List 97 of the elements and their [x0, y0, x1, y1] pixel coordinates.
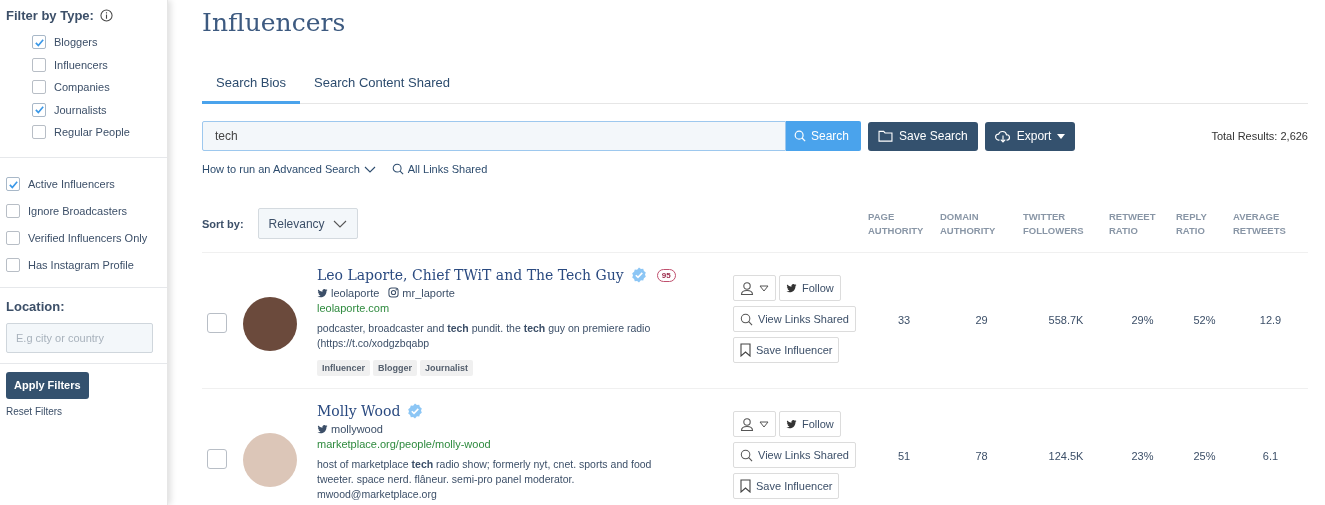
stat-cell-text: 29: [974, 314, 989, 326]
caret-icon: [759, 420, 769, 428]
checkbox[interactable]: [6, 204, 20, 218]
influencer-name[interactable]: Leo Laporte, Chief TWiT and The Tech Guy: [317, 267, 624, 283]
checkbox[interactable]: [6, 231, 20, 245]
chevron-down-icon: [332, 219, 347, 228]
user-icon: [740, 281, 754, 295]
column-header: PAGE AUTHORITY: [868, 209, 925, 238]
checkbox-label: Influencers: [54, 58, 108, 71]
twitter-bird-icon: [786, 419, 797, 429]
avatar-placeholder: [243, 297, 297, 351]
checkbox[interactable]: [6, 258, 20, 272]
user-menu-button[interactable]: [733, 275, 776, 301]
twitter-handle[interactable]: leolaporte: [331, 286, 380, 299]
stat-cell-text: 23%: [1130, 450, 1155, 462]
bookmark-icon: [740, 343, 751, 357]
twitter-bird-icon: [786, 283, 797, 293]
sort-label: Sort by:: [202, 217, 244, 230]
checkbox[interactable]: [32, 125, 46, 140]
checkbox-label: Companies: [54, 81, 110, 94]
avatar-placeholder: [243, 433, 297, 487]
twitter-handle[interactable]: mollywood: [331, 422, 383, 435]
type-tag: Journalist: [420, 360, 474, 376]
stat-cell-text: 25%: [1192, 450, 1217, 462]
stat-cell-text: 29%: [1130, 314, 1155, 326]
checkbox-label: Verified Influencers Only: [28, 232, 148, 244]
stat-cell-text: 124.5K: [1047, 450, 1085, 462]
checkbox[interactable]: [6, 177, 20, 191]
checkbox-label: Journalists: [54, 103, 107, 116]
checkbox-label: Has Instagram Profile: [28, 259, 134, 271]
tab[interactable]: Search Content Shared: [300, 75, 464, 104]
column-header: REPLY RATIO: [1176, 209, 1208, 238]
total-results: Total Results: 2,626: [1211, 130, 1308, 142]
search-field[interactable]: tech: [202, 121, 786, 151]
folder-icon: [878, 130, 894, 142]
save-search-button[interactable]: Save Search: [868, 121, 978, 151]
twitter-bird-icon: [317, 423, 328, 434]
search-icon: [391, 163, 404, 175]
advanced-search-link[interactable]: How to run an Advanced Search: [202, 163, 376, 175]
row-checkbox[interactable]: [207, 449, 227, 469]
sort-dropdown[interactable]: Relevancy: [257, 208, 358, 239]
checkbox-label: Bloggers: [54, 36, 98, 49]
website-link[interactable]: marketplace.org/people/molly-wood: [317, 436, 677, 453]
stat-cell-text: 12.9: [1258, 314, 1283, 326]
instagram-icon: [388, 287, 400, 298]
checkbox[interactable]: [32, 80, 46, 95]
checkbox[interactable]: [32, 102, 46, 117]
stat-cell-text: 33: [896, 314, 912, 326]
row-checkbox[interactable]: [207, 313, 227, 333]
follow-button[interactable]: Follow: [779, 411, 841, 437]
follow-button[interactable]: Follow: [779, 275, 841, 301]
cloud-download-icon: [994, 129, 1011, 143]
type-tag: Blogger: [373, 360, 418, 376]
stat-cell-text: 78: [974, 450, 989, 462]
column-header: DOMAIN AUTHORITY: [940, 209, 997, 238]
website-link[interactable]: leolaporte.com: [317, 300, 677, 317]
checkbox[interactable]: [32, 57, 46, 72]
all-links-shared-link[interactable]: All Links Shared: [391, 163, 488, 175]
page-title: Influencers: [202, 8, 347, 39]
save-influencer-button[interactable]: Save Influencer: [733, 473, 840, 499]
search-icon: [740, 448, 753, 462]
checkbox-label: Regular People: [54, 126, 130, 139]
instagram-handle[interactable]: mr_laporte: [402, 286, 455, 299]
twitter-bird-icon: [317, 287, 328, 298]
search-icon: [794, 130, 806, 142]
bio-text: podcaster, broadcaster and tech pundit. the tech guy on premiere radio (https://t.co/xodgzbqabp: [317, 321, 652, 351]
type-tag: Influencer: [317, 360, 370, 376]
stat-cell-text: 51: [896, 450, 912, 462]
location-field[interactable]: E.g city or country: [6, 322, 153, 353]
caret-icon: [1057, 133, 1066, 139]
checkbox-label: Ignore Broadcasters: [28, 205, 128, 217]
export-button[interactable]: Export: [984, 121, 1076, 151]
bio-text: host of marketplace tech radio show; formerly nyt, cnet. sports and food tweeter. space nerd. flâneur. semi-pro panel moderator. mwood@marketplace.org: [317, 457, 653, 502]
reset-filters-link[interactable]: Reset Filters: [6, 405, 63, 417]
stat-cell-text: 558.7K: [1047, 314, 1085, 326]
user-menu-button[interactable]: [733, 411, 776, 437]
filter-title: Filter by Type:: [6, 7, 94, 23]
user-icon: [740, 417, 754, 431]
info-icon[interactable]: [99, 8, 113, 22]
caret-icon: [759, 284, 769, 292]
bookmark-icon: [740, 479, 751, 493]
chevron-down-icon: [363, 165, 376, 173]
view-links-shared-button[interactable]: View Links Shared: [733, 442, 856, 468]
checkbox-label: Active Influencers: [28, 178, 115, 190]
search-icon: [740, 312, 753, 326]
stat-cell-text: 6.1: [1261, 450, 1280, 462]
column-header: RETWEET RATIO: [1109, 209, 1157, 238]
apply-filters-button[interactable]: Apply Filters: [6, 371, 89, 399]
save-influencer-button[interactable]: Save Influencer: [733, 337, 840, 363]
influencer-name[interactable]: Molly Wood: [317, 403, 401, 419]
tab[interactable]: Search Bios: [202, 75, 301, 104]
view-links-shared-button[interactable]: View Links Shared: [733, 306, 856, 332]
location-label: Location:: [5, 297, 66, 316]
column-header: TWITTER FOLLOWERS: [1023, 209, 1085, 238]
stat-cell-text: 52%: [1192, 314, 1217, 326]
column-header: AVERAGE RETWEETS: [1233, 209, 1287, 238]
checkbox[interactable]: [32, 35, 46, 50]
